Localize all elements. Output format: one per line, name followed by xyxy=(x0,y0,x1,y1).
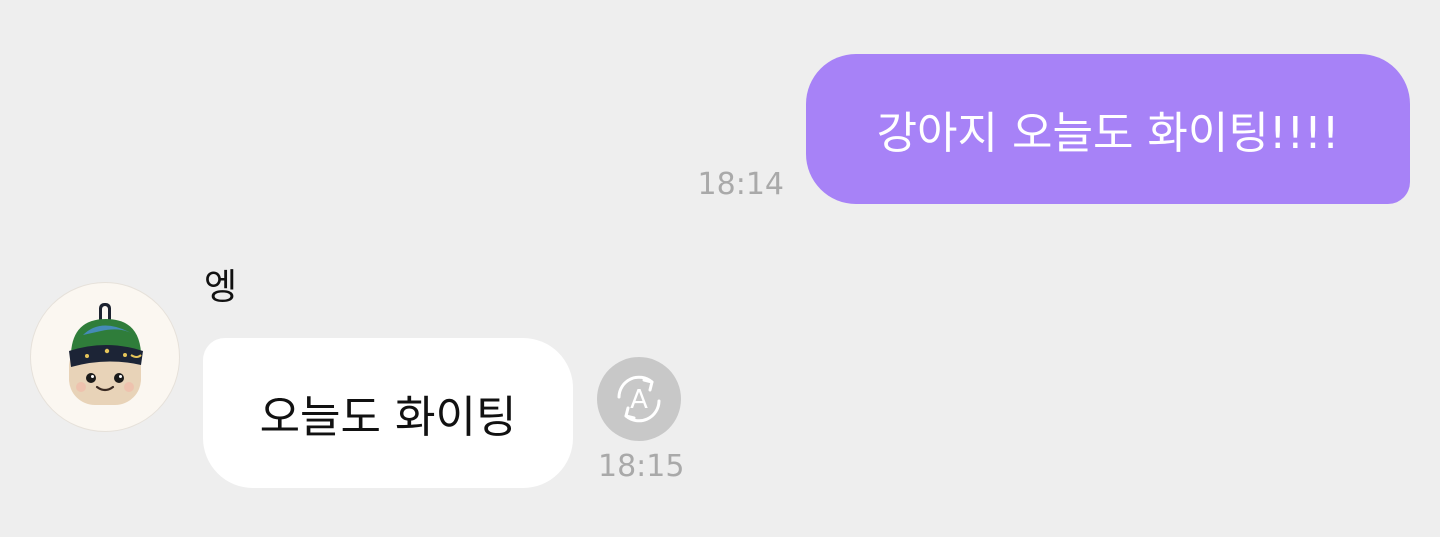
outgoing-timestamp: 18:14 xyxy=(697,167,784,202)
incoming-timestamp: 18:15 xyxy=(598,449,685,484)
incoming-message-bubble[interactable]: 오늘도 화이팅 xyxy=(203,338,573,488)
outgoing-message-row: 18:14 강아지 오늘도 화이팅!!!! xyxy=(698,54,1410,204)
outgoing-message-text: 강아지 오늘도 화이팅!!!! xyxy=(876,108,1340,159)
sender-name: 엥 xyxy=(204,267,238,308)
outgoing-message-bubble[interactable]: 강아지 오늘도 화이팅!!!! xyxy=(806,54,1410,204)
translate-button[interactable]: A xyxy=(597,357,681,441)
incoming-message-text: 오늘도 화이팅 xyxy=(259,392,517,443)
translate-icon: A xyxy=(617,375,661,423)
translate-letter: A xyxy=(630,385,648,415)
sender-avatar[interactable] xyxy=(30,282,180,432)
chat-window: 18:14 강아지 오늘도 화이팅!!!! 엥 오늘도 화이팅 A 18:15 xyxy=(0,0,1440,537)
plush-toy-avatar-icon xyxy=(69,303,143,405)
